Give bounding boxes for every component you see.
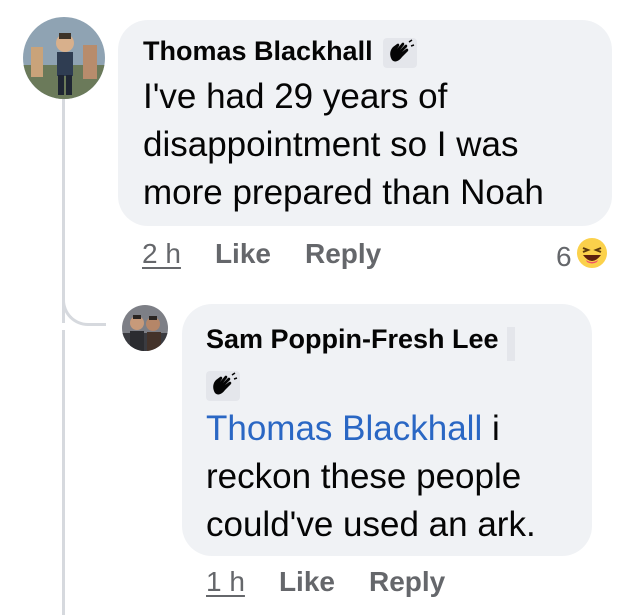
comment-line: could've used an ark. xyxy=(206,505,536,544)
laughing-emoji-icon xyxy=(574,236,609,277)
comment-line: I've had 29 years of xyxy=(143,77,448,117)
comment-actions: 2 h Like Reply xyxy=(142,238,415,270)
comment-line: disappointment so I was xyxy=(143,125,519,165)
reply-button[interactable]: Reply xyxy=(369,566,445,598)
comment-line: Thomas Blackhall i xyxy=(206,405,592,453)
waving-hand-icon xyxy=(383,38,418,73)
comment-line-rest: i xyxy=(482,409,500,448)
comment-text: Thomas Blackhall i reckon these people c… xyxy=(206,405,592,549)
comment-author[interactable]: Sam Poppin-Fresh Lee xyxy=(206,322,499,356)
comment-line: reckon these people xyxy=(206,457,522,496)
avatar[interactable] xyxy=(122,305,168,351)
comment-line: more prepared than Noah xyxy=(143,173,544,213)
comment-bubble: Sam Poppin-Fresh Lee Thomas Blackhall i … xyxy=(182,304,592,556)
like-button[interactable]: Like xyxy=(215,238,271,270)
name-divider xyxy=(507,326,516,361)
avatar[interactable] xyxy=(23,17,105,99)
comment-actions: 1 h Like Reply xyxy=(206,566,479,598)
mention-link[interactable]: Thomas Blackhall xyxy=(206,409,482,448)
waving-hand-icon xyxy=(206,371,240,406)
reaction-summary[interactable]: 6 xyxy=(556,236,609,277)
timestamp-link[interactable]: 1 h xyxy=(206,566,245,598)
comment-author[interactable]: Thomas Blackhall xyxy=(143,34,373,68)
comment-bubble: Thomas Blackhall I've had 29 years of di… xyxy=(118,20,612,226)
comment-text: I've had 29 years of disappointment so I… xyxy=(143,73,612,217)
reply-button[interactable]: Reply xyxy=(305,238,381,270)
like-button[interactable]: Like xyxy=(279,566,335,598)
reaction-count: 6 xyxy=(556,240,572,272)
timestamp-link[interactable]: 2 h xyxy=(142,238,181,270)
reply-connector xyxy=(62,280,106,326)
thread-line xyxy=(62,330,65,615)
